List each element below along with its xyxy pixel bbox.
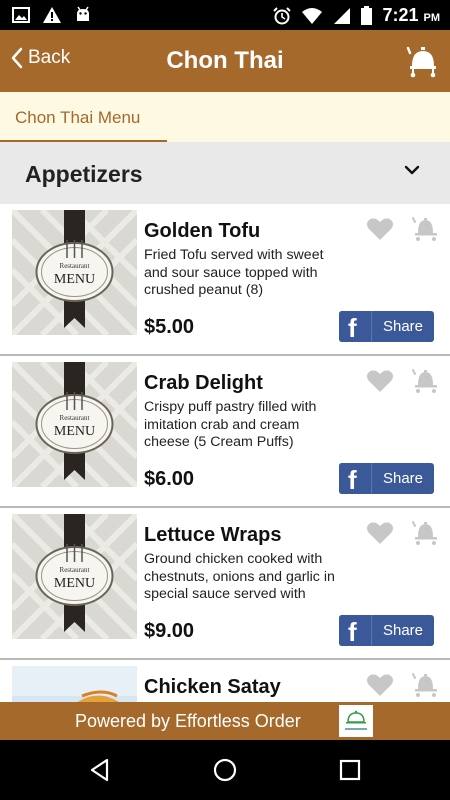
svg-text:Restaurant: Restaurant (60, 262, 90, 270)
list-item[interactable]: Restaurant MENU Lettuce Wraps Ground chi… (0, 508, 450, 660)
share-label: Share (382, 470, 424, 487)
add-to-cart-icon[interactable] (412, 214, 440, 242)
item-image: Restaurant MENU (12, 210, 137, 335)
warning-icon (43, 7, 61, 23)
list-item[interactable]: Restaurant MENU Crab Delight Crispy puff… (0, 356, 450, 508)
heart-icon[interactable] (366, 672, 394, 698)
add-to-cart-icon[interactable] (412, 366, 440, 394)
item-price: $5.00 (144, 316, 195, 338)
item-name: Lettuce Wraps (144, 524, 282, 546)
footer-text: Powered by Effortless Order (75, 711, 301, 731)
room-service-cart-icon[interactable] (406, 44, 440, 78)
svg-text:MENU: MENU (54, 424, 95, 439)
wifi-icon (302, 7, 323, 24)
svg-text:MENU: MENU (54, 576, 95, 591)
category-title: Appetizers (25, 161, 143, 187)
item-description: Fried Tofu served with sweet and sour sa… (144, 247, 324, 298)
status-bar: 7:21 PM (0, 0, 450, 30)
share-label: Share (382, 622, 424, 639)
facebook-share-button[interactable]: f Share (339, 463, 434, 494)
facebook-share-button[interactable]: f Share (339, 311, 434, 342)
item-image: Restaurant MENU (12, 514, 137, 639)
back-triangle-icon[interactable] (87, 757, 113, 783)
item-image: Restaurant MENU (12, 362, 137, 487)
tab-bar: Chon Thai Menu (0, 92, 450, 142)
app-header: Back Chon Thai (0, 30, 450, 92)
add-to-cart-icon[interactable] (412, 518, 440, 546)
add-to-cart-icon[interactable] (412, 670, 440, 698)
svg-text:Restaurant: Restaurant (60, 566, 90, 574)
battery-icon (361, 6, 373, 25)
system-nav-bar (0, 740, 450, 800)
item-description: Ground chicken cooked with chestnuts, on… (144, 551, 335, 602)
recents-square-icon[interactable] (337, 757, 363, 783)
list-item[interactable]: Chicken Satay (0, 660, 450, 702)
facebook-share-button[interactable]: f Share (339, 615, 434, 646)
item-name: Crab Delight (144, 372, 263, 394)
chevron-down-icon[interactable] (404, 164, 420, 176)
menu-item-list[interactable]: Restaurant MENU Golden Tofu Fried Tofu s… (0, 204, 450, 702)
effortless-order-logo (339, 705, 373, 737)
heart-icon[interactable] (366, 368, 394, 394)
facebook-icon: f (339, 311, 372, 342)
tab-chon-thai-menu[interactable]: Chon Thai Menu (0, 92, 167, 142)
home-circle-icon[interactable] (212, 757, 238, 783)
share-label: Share (382, 318, 424, 335)
item-description: Crispy puff pastry filled with imitation… (144, 399, 317, 450)
status-time: 7:21 PM (382, 5, 440, 25)
heart-icon[interactable] (366, 520, 394, 546)
signal-icon (334, 7, 351, 24)
list-item[interactable]: Restaurant MENU Golden Tofu Fried Tofu s… (0, 204, 450, 356)
facebook-icon: f (339, 463, 372, 494)
facebook-icon: f (339, 615, 372, 646)
svg-text:Restaurant: Restaurant (60, 414, 90, 422)
item-name: Chicken Satay (144, 676, 281, 698)
android-icon (77, 6, 89, 21)
powered-by-footer: Powered by Effortless Order (0, 702, 450, 740)
svg-text:MENU: MENU (54, 272, 95, 287)
heart-icon[interactable] (366, 216, 394, 242)
page-title: Chon Thai (166, 47, 284, 74)
item-name: Golden Tofu (144, 220, 261, 242)
item-price: $6.00 (144, 468, 195, 490)
category-header-appetizers[interactable]: Appetizers (0, 142, 450, 204)
item-price: $9.00 (144, 620, 195, 642)
image-icon (12, 7, 30, 23)
tab-label: Chon Thai Menu (15, 108, 141, 127)
alarm-icon (273, 6, 292, 24)
item-image (12, 666, 137, 702)
